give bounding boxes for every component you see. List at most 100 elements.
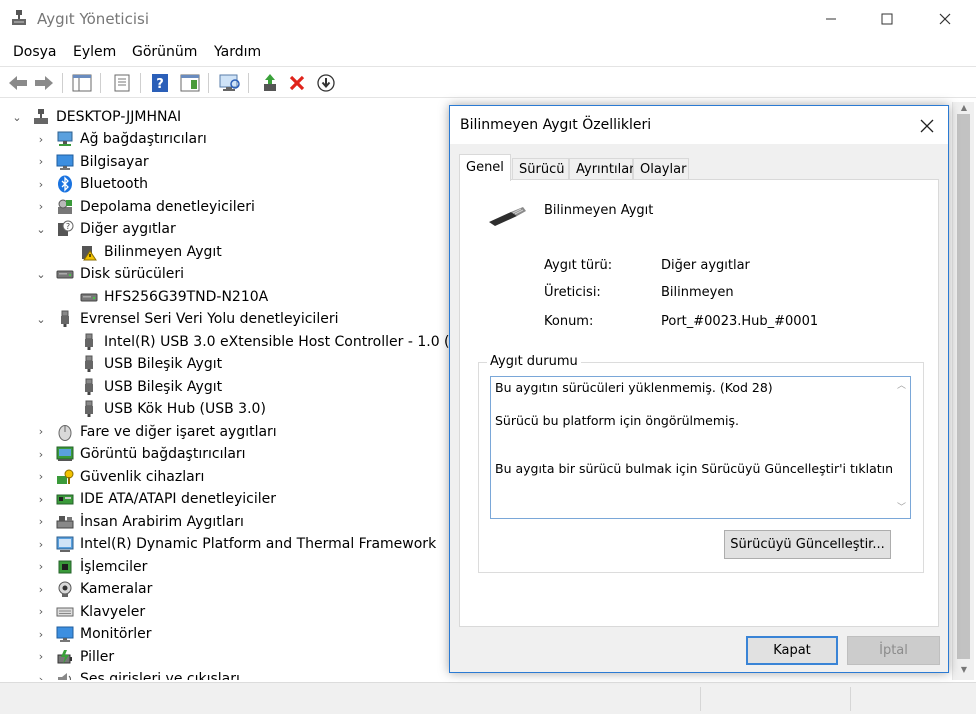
action-pane-button[interactable] — [178, 71, 202, 95]
uninstall-device-button[interactable] — [285, 71, 309, 95]
chevron-right-icon[interactable]: › — [34, 178, 48, 191]
chevron-up-icon[interactable]: ︿ — [893, 379, 910, 393]
close-button[interactable] — [916, 0, 974, 38]
tree-item[interactable]: › Kameralar — [34, 578, 152, 600]
enable-device-button[interactable] — [314, 71, 338, 95]
properties-button[interactable] — [110, 71, 134, 95]
tree-item[interactable]: › Intel(R) Dynamic Platform and Thermal F… — [34, 533, 436, 555]
toolbar-separator — [248, 73, 249, 93]
prop-label-location: Konum: — [544, 314, 594, 329]
chevron-right-icon[interactable]: › — [34, 448, 48, 461]
tree-item-label: Ses girişleri ve çıkışları — [80, 671, 240, 680]
tree-item-label: Güvenlik cihazları — [80, 468, 205, 485]
menu-help[interactable]: Yardım — [214, 44, 261, 60]
scroll-up-arrow-icon[interactable]: ▲ — [953, 102, 975, 114]
tree-item[interactable]: › İnsan Arabirim Aygıtları — [34, 511, 244, 533]
disk-drive-icon — [80, 293, 98, 301]
chevron-right-icon[interactable]: › — [34, 200, 48, 213]
device-status-textbox[interactable]: Bu aygıtın sürücüleri yüklenmemiş. (Kod … — [490, 376, 911, 519]
scan-hardware-button[interactable] — [218, 71, 242, 95]
status-bar — [0, 682, 976, 714]
tree-item[interactable]: › Bluetooth — [34, 173, 148, 195]
toolbar-separator — [62, 73, 63, 93]
minimize-button[interactable] — [802, 0, 860, 38]
tree-item[interactable]: › Güvenlik cihazları — [34, 466, 205, 488]
tree-item[interactable]: › İşlemciler — [34, 556, 148, 578]
chevron-right-icon[interactable]: › — [34, 538, 48, 551]
scrollbar-thumb[interactable] — [957, 114, 970, 659]
usb-plug-icon — [489, 207, 526, 226]
chevron-down-icon[interactable]: ⌄ — [34, 223, 48, 236]
tree-item[interactable]: › Fare ve diğer işaret aygıtları — [34, 421, 277, 443]
chevron-right-icon[interactable]: › — [34, 583, 48, 596]
tree-item[interactable]: USB Kök Hub (USB 3.0) — [58, 398, 266, 420]
chevron-down-icon[interactable]: ⌄ — [10, 111, 24, 124]
svg-text:?: ? — [156, 77, 164, 92]
tree-item[interactable]: › Piller — [34, 646, 114, 668]
scroll-down-arrow-icon[interactable]: ▼ — [953, 664, 975, 676]
tab-events[interactable]: Olaylar — [633, 158, 689, 180]
monitor-icon — [56, 626, 74, 642]
chevron-right-icon[interactable]: › — [34, 605, 48, 618]
device-manager-icon — [12, 10, 26, 25]
close-dialog-button[interactable]: Kapat — [746, 636, 838, 665]
back-button[interactable] — [6, 71, 30, 95]
chevron-right-icon[interactable]: › — [34, 628, 48, 641]
download-circle-icon — [317, 74, 335, 92]
tree-item[interactable]: ⌄ Disk sürücüleri — [34, 263, 184, 285]
tree-item[interactable]: › Bilgisayar — [34, 151, 149, 173]
tab-driver[interactable]: Sürücü — [512, 158, 569, 180]
chevron-down-icon[interactable]: ﹀ — [893, 501, 910, 515]
tree-item[interactable]: › IDE ATA/ATAPI denetleyiciler — [34, 488, 276, 510]
chevron-right-icon[interactable]: › — [34, 515, 48, 528]
update-driver-button[interactable] — [258, 71, 282, 95]
chevron-right-icon[interactable]: › — [34, 560, 48, 573]
status-line: Bu aygıtın sürücüleri yüklenmemiş. (Kod … — [495, 380, 773, 395]
dialog-close-button[interactable] — [914, 113, 940, 139]
tree-item-label: Bilinmeyen Aygıt — [104, 243, 222, 260]
help-button[interactable]: ? — [148, 71, 172, 95]
menu-view[interactable]: Görünüm — [132, 44, 197, 60]
tree-item[interactable]: › Depolama denetleyicileri — [34, 196, 255, 218]
tree-item[interactable]: ⌄? Diğer aygıtlar — [34, 218, 176, 240]
tree-item[interactable]: › Görüntü bağdaştırıcıları — [34, 443, 246, 465]
chevron-right-icon[interactable]: › — [34, 133, 48, 146]
forward-button[interactable] — [32, 71, 56, 95]
tree-item[interactable]: USB Bileşik Aygıt — [58, 376, 222, 398]
chevron-right-icon[interactable]: › — [34, 425, 48, 438]
status-scrollbar[interactable]: ︿ ﹀ — [893, 377, 910, 518]
display-adapter-icon — [56, 446, 74, 461]
tree-root[interactable]: ⌄ DESKTOP-JJMHNAI — [10, 106, 181, 128]
intel-framework-icon — [56, 536, 74, 552]
chevron-right-icon[interactable]: › — [34, 673, 48, 681]
tree-scrollbar[interactable]: ▲ ▼ — [952, 102, 974, 680]
cancel-button: İptal — [847, 636, 940, 665]
disk-drive-icon — [56, 270, 74, 279]
chevron-right-icon[interactable]: › — [34, 470, 48, 483]
chevron-down-icon[interactable]: ⌄ — [34, 313, 48, 326]
show-hide-tree-button[interactable] — [70, 71, 94, 95]
tab-details[interactable]: Ayrıntılar — [569, 158, 635, 180]
properties-dialog: Bilinmeyen Aygıt Özellikleri Genel Sürüc… — [449, 105, 949, 673]
chevron-down-icon[interactable]: ⌄ — [34, 268, 48, 281]
toolbar: ? — [0, 66, 976, 98]
chevron-right-icon[interactable]: › — [34, 493, 48, 506]
maximize-button[interactable] — [858, 0, 916, 38]
chevron-right-icon[interactable]: › — [34, 155, 48, 168]
tree-item[interactable]: ⌄ Evrensel Seri Veri Yolu denetleyicileri — [34, 308, 338, 330]
tree-item[interactable]: Bilinmeyen Aygıt — [58, 241, 222, 263]
hid-icon — [56, 515, 74, 528]
update-driver-dialog-button[interactable]: Sürücüyü Güncelleştir... — [724, 530, 891, 559]
tree-item-label: Görüntü bağdaştırıcıları — [80, 446, 246, 462]
tree-item-label: USB Bileşik Aygıt — [104, 378, 223, 395]
tab-general[interactable]: Genel — [459, 154, 511, 181]
menu-action[interactable]: Eylem — [73, 44, 116, 60]
menu-file[interactable]: Dosya — [13, 44, 57, 60]
tree-item[interactable]: › Ses girişleri ve çıkışları — [34, 668, 240, 680]
chevron-right-icon[interactable]: › — [34, 650, 48, 663]
tree-item[interactable]: › Monitörler — [34, 623, 151, 645]
tree-item[interactable]: › Ağ bağdaştırıcıları — [34, 128, 207, 150]
tree-item[interactable]: HFS256G39TND-N210A — [58, 286, 268, 308]
tree-item[interactable]: USB Bileşik Aygıt — [58, 353, 222, 375]
tree-item[interactable]: › Klavyeler — [34, 601, 145, 623]
